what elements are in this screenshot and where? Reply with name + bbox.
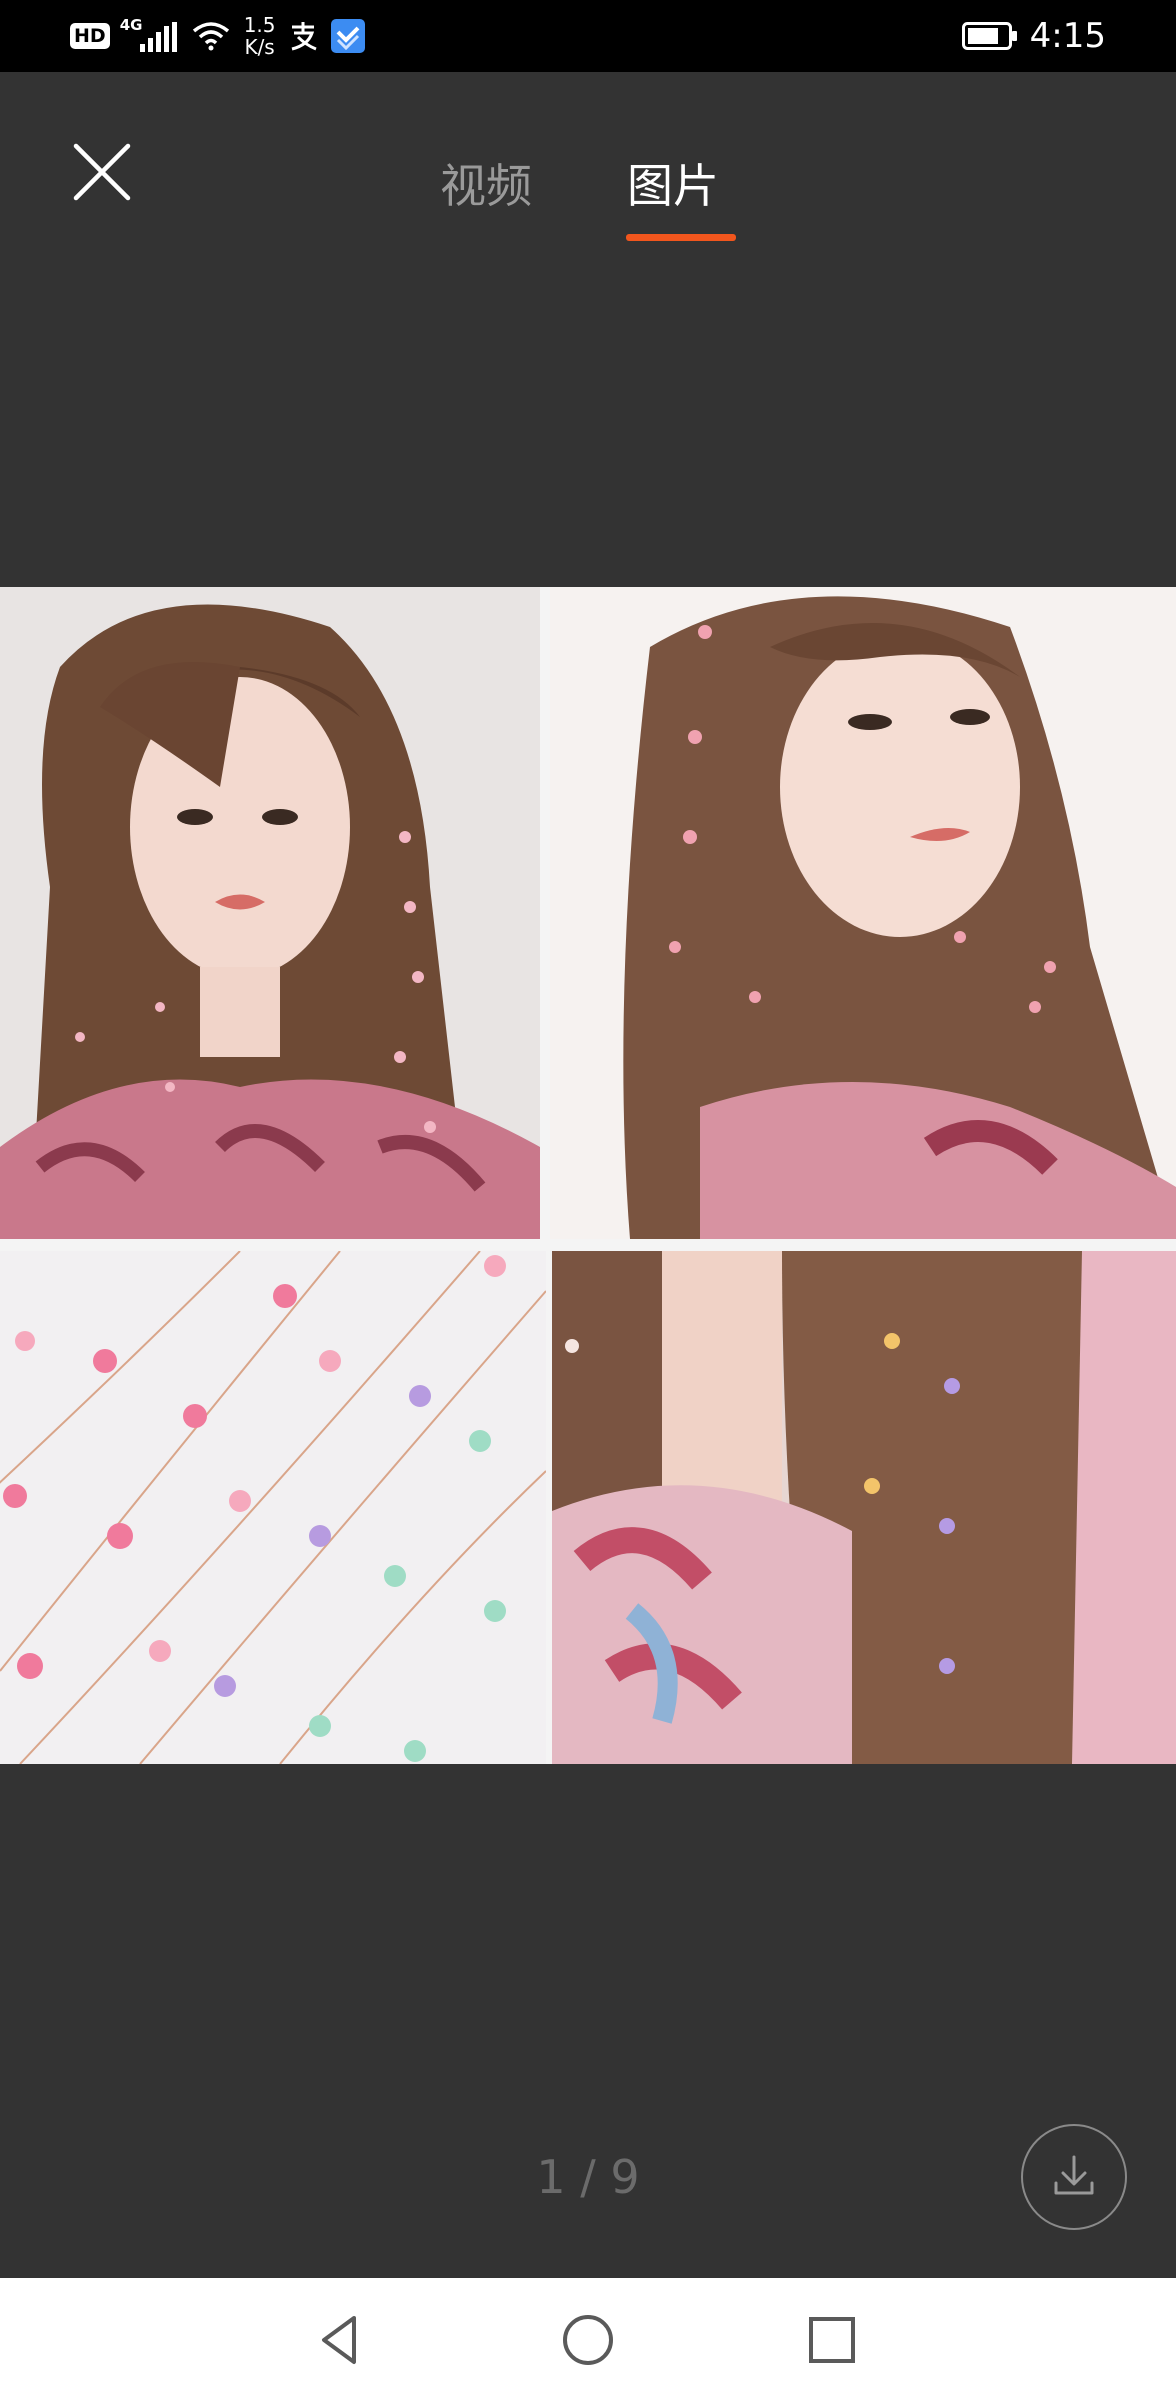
recents-square-icon [809,2317,855,2363]
active-tab-indicator [626,234,736,241]
download-icon [1054,2155,1094,2195]
photo-panel-model-front [0,587,540,1239]
back-triangle-icon [322,2316,356,2364]
page-indicator: 1 / 9 [536,2150,640,2204]
system-nav-bar [0,2278,1176,2400]
photo-panel-model-side [550,587,1176,1239]
viewer-header [0,72,1176,252]
status-left: HD 4G 1.5 K/s [70,14,366,58]
app-check-icon [330,19,365,53]
alipay-icon [291,22,317,51]
nav-home-button[interactable] [558,2310,618,2370]
wifi-icon [192,22,229,51]
nav-back-button[interactable] [310,2310,370,2370]
signal-icon: 4G [120,16,182,56]
tab-video[interactable]: 视频 [440,150,532,216]
network-speed: 1.5 K/s [243,13,276,59]
product-image[interactable] [0,587,1176,1764]
status-bar: HD 4G 1.5 K/s 4:15 [0,0,1176,72]
close-button[interactable] [70,140,134,204]
close-icon [73,143,131,201]
photo-panel-flower-strings [0,1251,546,1764]
battery-icon [961,22,1017,50]
hd-badge: HD [70,23,110,49]
photo-panel-hair-closeup [552,1251,1176,1764]
tab-photo[interactable]: 图片 [627,150,719,216]
nav-recents-button[interactable] [802,2310,862,2370]
status-right: 4:15 [961,14,1106,58]
download-button[interactable] [1021,2124,1127,2230]
clock: 4:15 [1029,16,1106,56]
home-circle-icon [563,2315,613,2365]
